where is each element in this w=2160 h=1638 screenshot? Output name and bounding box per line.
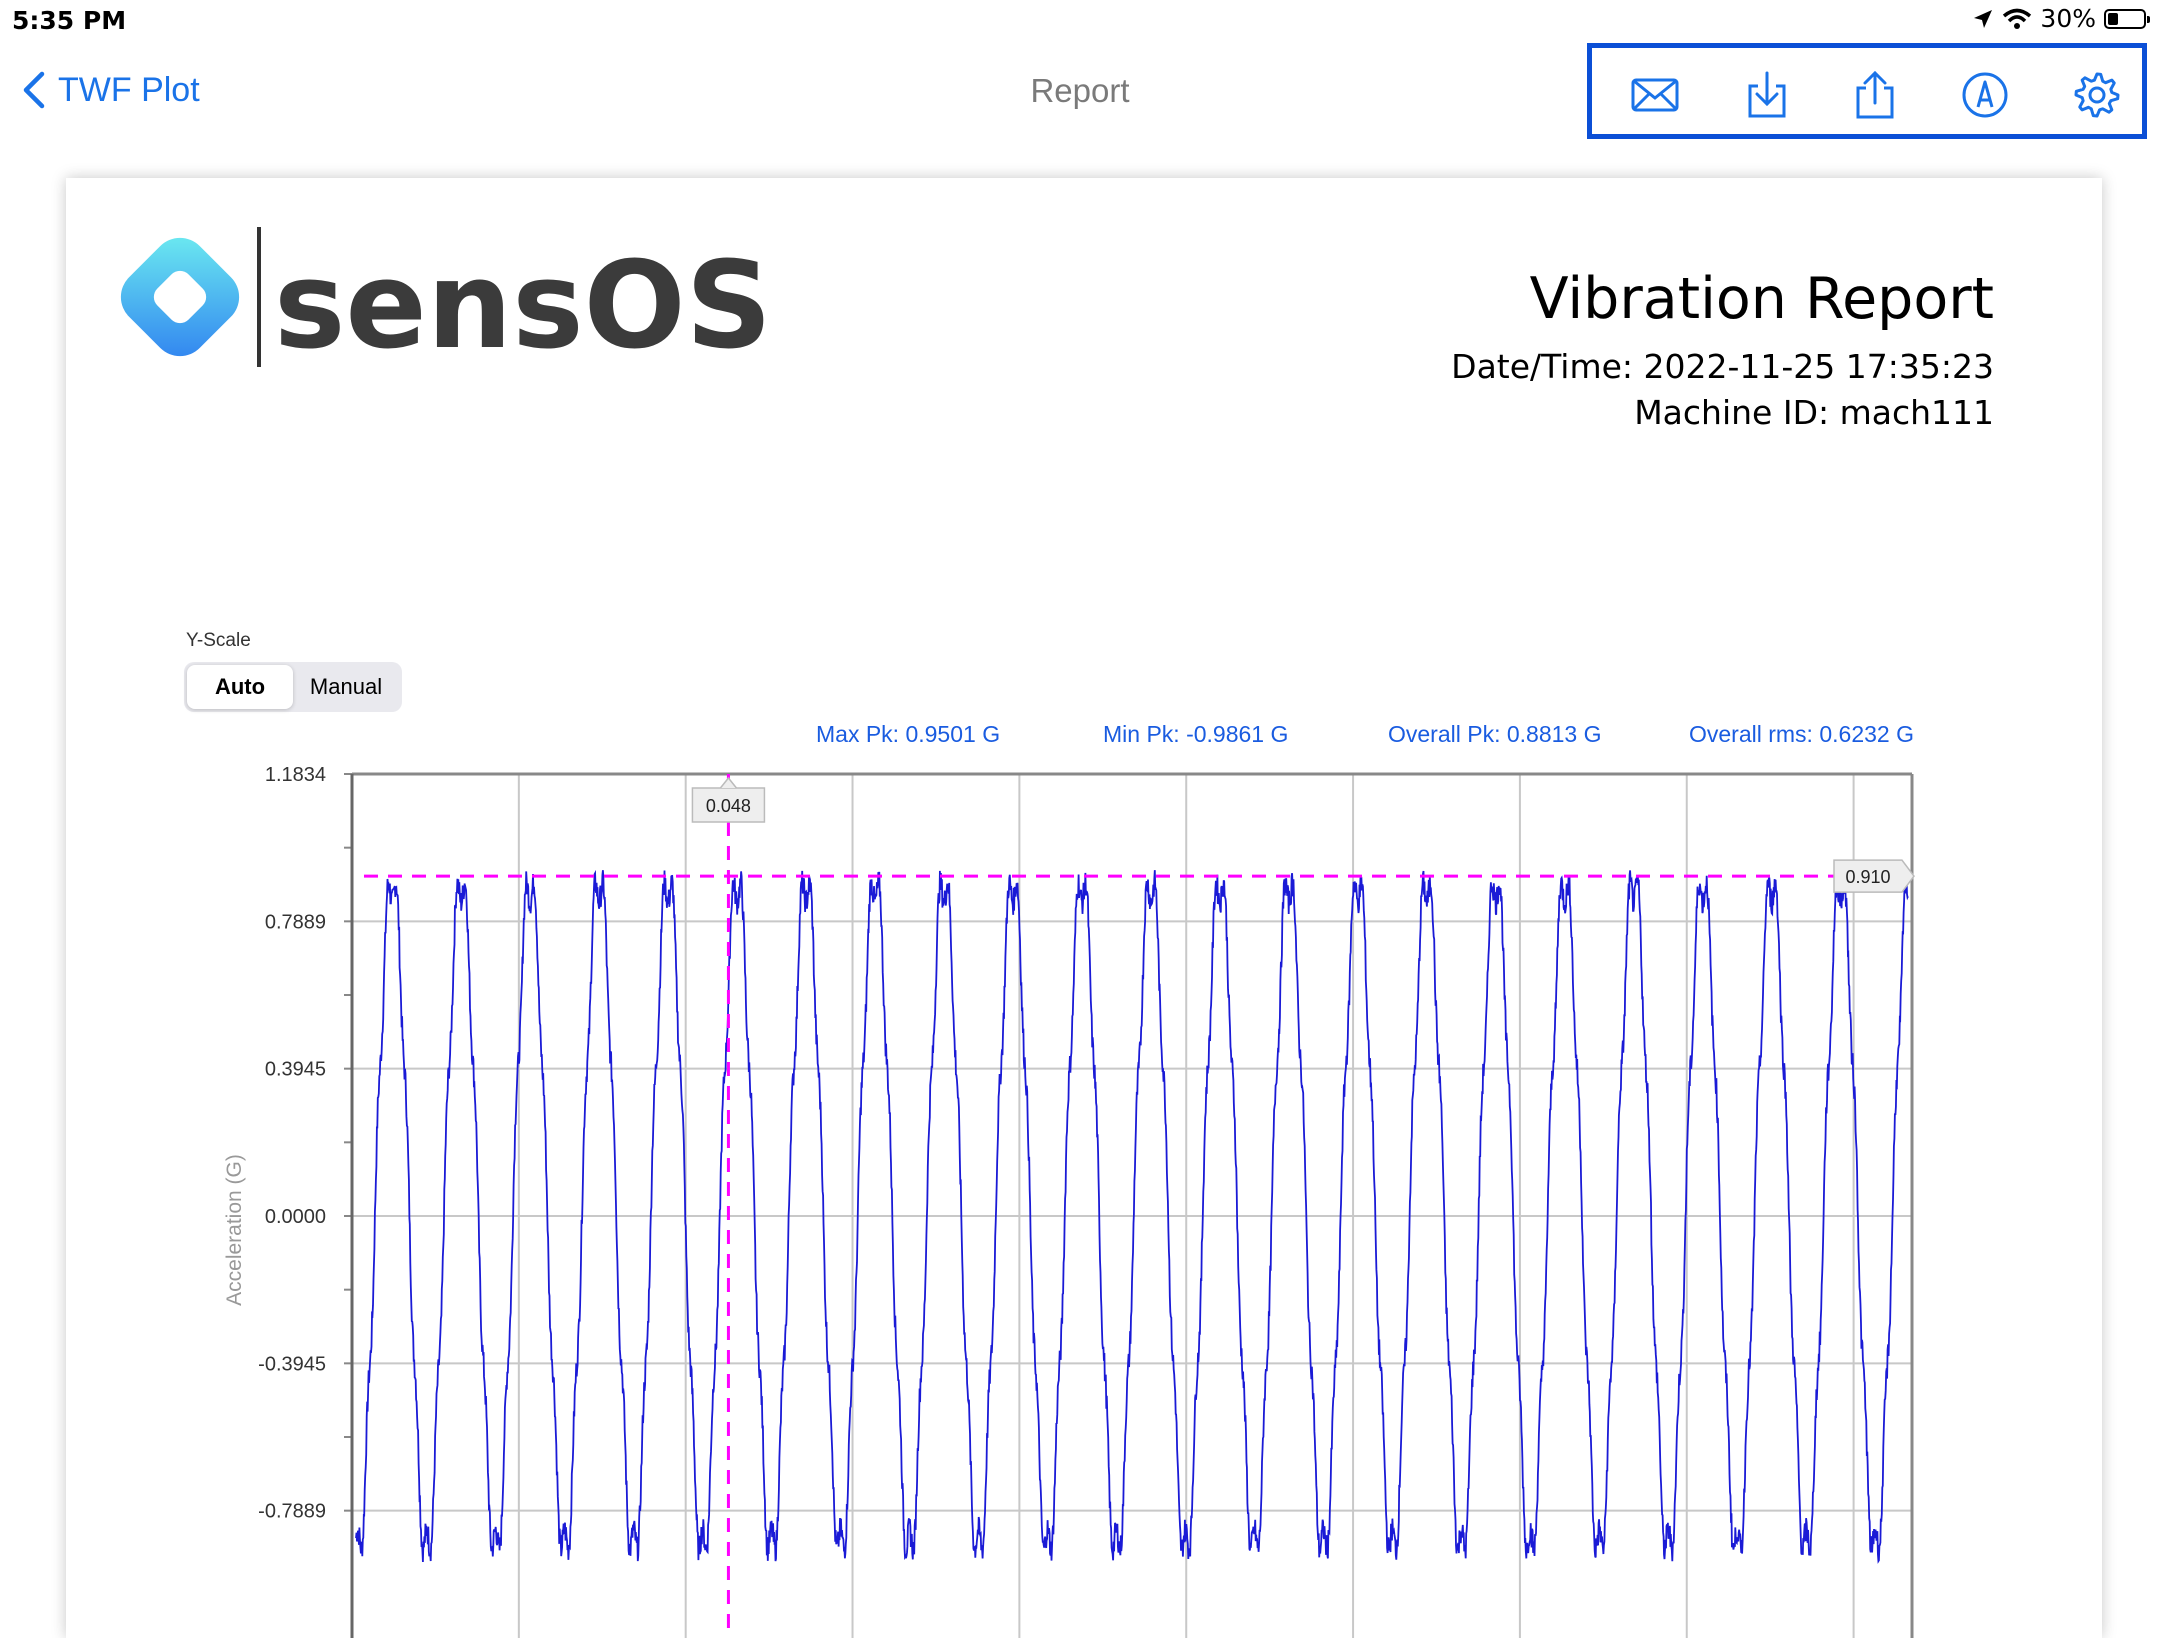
- battery-level: [2108, 12, 2119, 25]
- download-icon[interactable]: [1742, 70, 1792, 120]
- cursor-y-label: 0.910: [1845, 867, 1890, 887]
- y-tick-label: -0.3945: [258, 1353, 326, 1375]
- waveform-chart[interactable]: 1.1834 0.7889 0.3945 0.0000 -0.3945 -0.7889 Ac…: [66, 178, 2102, 1638]
- battery-percent: 30%: [2040, 4, 2096, 33]
- y-axis-label: Acceleration (G): [223, 1154, 246, 1306]
- report-toolbar: [1587, 43, 2147, 139]
- y-tick-label: 0.0000: [265, 1206, 326, 1228]
- cursor-x-tag-pointer: [719, 776, 738, 789]
- battery-icon: [2104, 8, 2150, 29]
- y-tick-label: 0.7889: [265, 911, 326, 933]
- gear-icon[interactable]: [2072, 70, 2122, 120]
- status-right: 30%: [1972, 4, 2150, 33]
- wifi-icon: [2003, 8, 2032, 29]
- y-tick-label: 0.3945: [265, 1059, 326, 1081]
- cursor-x-label: 0.048: [706, 796, 751, 816]
- share-icon[interactable]: [1850, 70, 1900, 120]
- report-page: sensOS Vibration Report Date/Time: 2022-…: [66, 178, 2102, 1638]
- mail-icon[interactable]: [1630, 70, 1680, 120]
- y-tick-label: 1.1834: [265, 764, 326, 786]
- y-tick-label: -0.7889: [258, 1501, 326, 1523]
- status-bar: 5:35 PM 30%: [0, 0, 2160, 40]
- status-time: 5:35 PM: [12, 6, 127, 35]
- markup-icon[interactable]: [1960, 70, 2010, 120]
- location-arrow-icon: [1974, 9, 1993, 28]
